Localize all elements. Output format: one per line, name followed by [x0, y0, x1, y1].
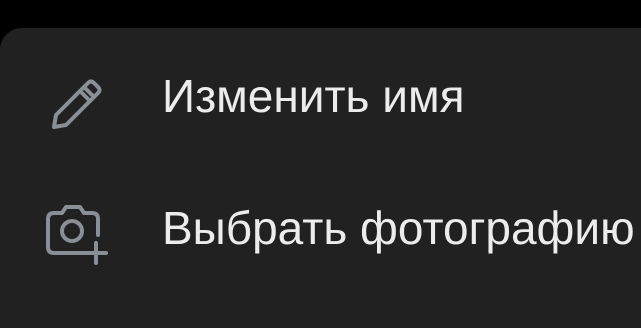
camera-add-icon: [40, 197, 112, 269]
menu-item-choose-photo[interactable]: Выбрать фотографию: [0, 168, 641, 288]
menu-item-choose-photo-label: Выбрать фотографию: [162, 202, 635, 254]
context-menu: Изменить имя Выбрать фотографию: [0, 28, 641, 328]
pencil-icon: [40, 69, 112, 141]
menu-item-rename[interactable]: Изменить имя: [0, 36, 641, 156]
menu-item-rename-label: Изменить имя: [162, 70, 465, 122]
